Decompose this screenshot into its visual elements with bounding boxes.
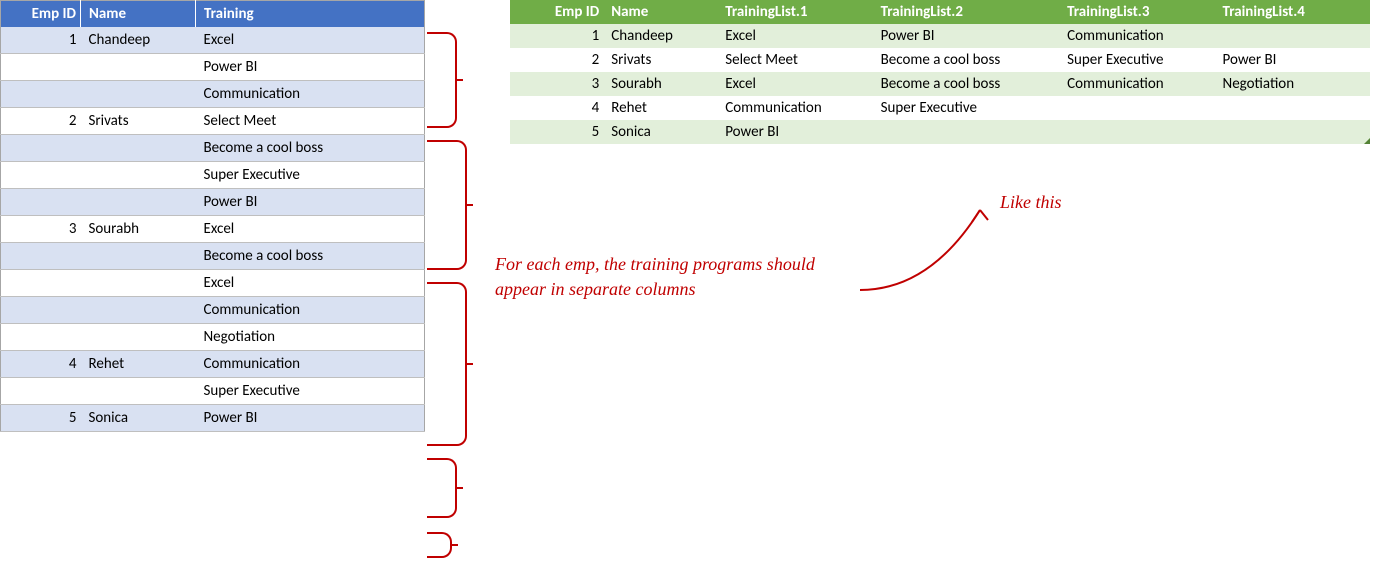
table-row: Become a cool boss — [1, 243, 425, 270]
table-row: 1ChandeepExcelPower BICommunication — [510, 24, 1370, 48]
table-row: 1ChandeepExcel — [1, 27, 425, 54]
table-row: 2SrivatsSelect MeetBecome a cool bossSup… — [510, 48, 1370, 72]
header-traininglist-2: TrainingList.2 — [873, 0, 1060, 24]
result-table-header-row: Emp ID Name TrainingList.1 TrainingList.… — [510, 0, 1370, 24]
table-row: Super Executive — [1, 378, 425, 405]
result-table: Emp ID Name TrainingList.1 TrainingList.… — [510, 0, 1370, 144]
header-name-result: Name — [603, 0, 717, 24]
header-emp-id: Emp ID — [1, 1, 81, 28]
table-row: Power BI — [1, 54, 425, 81]
brace-icon — [427, 32, 457, 128]
table-row: Excel — [1, 270, 425, 297]
header-traininglist-4: TrainingList.4 — [1215, 0, 1370, 24]
header-traininglist-1: TrainingList.1 — [717, 0, 872, 24]
table-row: 4RehetCommunication — [1, 351, 425, 378]
table-row: Super Executive — [1, 162, 425, 189]
table-row: Power BI — [1, 189, 425, 216]
table-row: Communication — [1, 297, 425, 324]
table-row: 3SourabhExcelBecome a cool bossCommunica… — [510, 72, 1370, 96]
table-row: 3SourabhExcel — [1, 216, 425, 243]
brace-icon — [427, 282, 467, 446]
header-traininglist-3: TrainingList.3 — [1059, 0, 1214, 24]
source-table: Emp ID Name Training 1ChandeepExcel Powe… — [0, 0, 425, 432]
brace-icon — [427, 532, 452, 558]
brace-icon — [427, 140, 467, 270]
table-row: Communication — [1, 81, 425, 108]
table-row: Become a cool boss — [1, 135, 425, 162]
table-row: 5SonicaPower BI — [510, 120, 1370, 144]
header-emp-id-result: Emp ID — [510, 0, 603, 24]
table-row: 4RehetCommunicationSuper Executive — [510, 96, 1370, 120]
brace-icon — [427, 458, 457, 518]
table-row: Negotiation — [1, 324, 425, 351]
source-table-panel: Emp ID Name Training 1ChandeepExcel Powe… — [0, 0, 425, 432]
annotation-main: For each emp, the training programs shou… — [495, 252, 855, 302]
source-table-header-row: Emp ID Name Training — [1, 1, 425, 28]
arrow-icon — [850, 160, 1020, 300]
header-training: Training — [196, 1, 425, 28]
table-row: 5SonicaPower BI — [1, 405, 425, 432]
table-row: 2SrivatsSelect Meet — [1, 108, 425, 135]
table-expand-handle-icon[interactable] — [1364, 138, 1370, 144]
header-name: Name — [81, 1, 196, 28]
